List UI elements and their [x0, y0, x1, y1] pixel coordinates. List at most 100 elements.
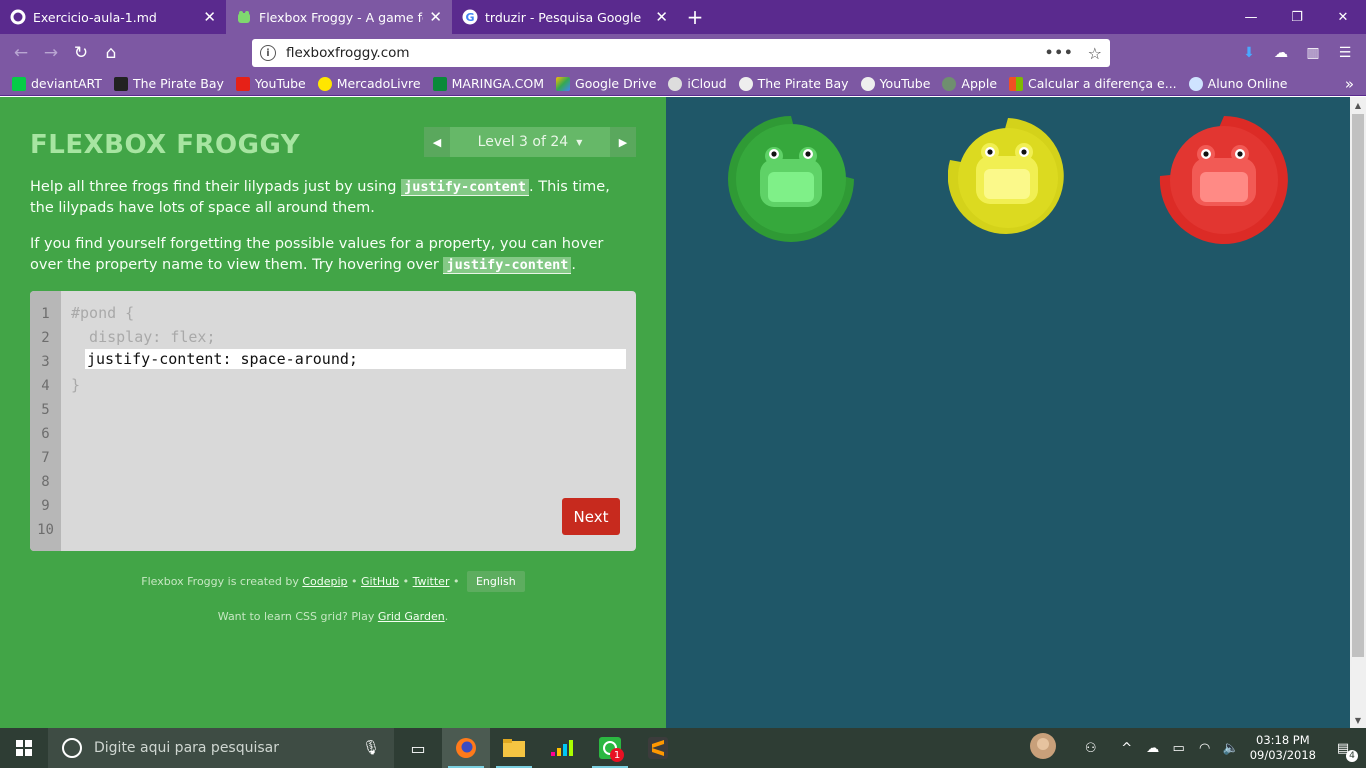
notification-center-icon[interactable]: ▤ 4: [1328, 741, 1358, 762]
property-keyword[interactable]: justify-content: [443, 257, 572, 274]
google-drive-icon: [556, 76, 571, 91]
deviantart-icon: [12, 76, 26, 91]
grid-garden-link[interactable]: Grid Garden: [378, 610, 445, 623]
bookmark-youtube[interactable]: YouTube: [235, 76, 306, 91]
bookmark-piratebay[interactable]: The Pirate Bay: [113, 76, 224, 91]
scroll-up-icon[interactable]: ▲: [1350, 97, 1366, 113]
scroll-down-icon[interactable]: ▼: [1350, 712, 1366, 728]
menu-icon[interactable]: ☰: [1332, 38, 1358, 68]
volume-icon[interactable]: 🔈: [1218, 741, 1244, 756]
google-icon: G: [462, 9, 478, 25]
piratebay-icon: [113, 76, 128, 91]
forward-icon[interactable]: →: [36, 38, 66, 68]
previous-level-icon[interactable]: ◀: [424, 127, 450, 157]
bookmark-deviantart[interactable]: deviantART: [12, 76, 102, 91]
grid-garden-promo: Want to learn CSS grid? Play Grid Garden…: [217, 610, 449, 623]
more-bookmarks-icon[interactable]: »: [1345, 75, 1354, 93]
people-icon[interactable]: ⚇: [1078, 741, 1104, 756]
back-icon[interactable]: ←: [6, 38, 36, 68]
next-button[interactable]: Next: [562, 498, 620, 535]
system-tray: ⚇ ^ ☁ ▭ ◠ 🔈 03:18 PM 09/03/2018 ▤ 4: [1026, 733, 1366, 763]
taskbar: Digite aqui para pesquisar 🎙 ▭ 1 ⚇ ^ ☁ ▭…: [0, 728, 1366, 768]
line-number: 7: [41, 450, 50, 466]
sublime-text-icon[interactable]: [634, 728, 682, 768]
game-logo: FLEXBOX FROGGY: [30, 130, 301, 160]
code-line: display: flex;: [71, 328, 216, 346]
info-icon[interactable]: i: [260, 45, 276, 61]
next-level-icon[interactable]: ▶: [610, 127, 636, 157]
line-number: 6: [41, 426, 50, 442]
whatsapp-icon[interactable]: 1: [586, 728, 634, 768]
mercadolivre-icon: [317, 76, 332, 91]
taskbar-search[interactable]: Digite aqui para pesquisar 🎙: [48, 728, 394, 768]
bookmark-youtube-2[interactable]: YouTube: [860, 76, 930, 91]
scrollbar-thumb[interactable]: [1352, 114, 1364, 657]
code-line: #pond {: [71, 304, 135, 322]
deezer-icon[interactable]: [538, 728, 586, 768]
tab-title: Flexbox Froggy - A game for lea: [259, 9, 423, 25]
microphone-icon[interactable]: 🎙: [362, 740, 380, 756]
download-icon[interactable]: ⬇: [1236, 38, 1262, 68]
bookmark-aluno-online[interactable]: Aluno Online: [1188, 76, 1287, 91]
file-explorer-icon[interactable]: [490, 728, 538, 768]
github-icon: [10, 9, 26, 25]
line-number: 10: [37, 522, 54, 538]
tab-flexbox-froggy[interactable]: Flexbox Froggy - A game for lea ✕: [226, 0, 452, 34]
bookmark-icloud[interactable]: iCloud: [668, 76, 727, 91]
clock[interactable]: 03:18 PM 09/03/2018: [1250, 733, 1316, 763]
bookmark-maringa[interactable]: MARINGA.COM: [432, 76, 544, 91]
bookmarks-bar: deviantART The Pirate Bay YouTube Mercad…: [0, 72, 1366, 96]
bookmark-piratebay-2[interactable]: The Pirate Bay: [738, 76, 849, 91]
window-controls: — ❐ ✕: [1228, 0, 1366, 34]
line-number: 5: [41, 402, 50, 418]
bookmark-calcular[interactable]: Calcular a diferença e...: [1009, 76, 1177, 91]
close-tab-icon[interactable]: ✕: [655, 8, 668, 26]
twitter-link[interactable]: Twitter: [413, 575, 450, 588]
line-number: 9: [41, 498, 50, 514]
sidebar-icon[interactable]: ▥: [1300, 38, 1326, 68]
bookmark-google-drive[interactable]: Google Drive: [556, 76, 656, 91]
more-icon[interactable]: •••: [1045, 45, 1074, 61]
line-number: 3: [41, 354, 50, 370]
microsoft-icon: [1009, 76, 1024, 91]
home-icon[interactable]: ⌂: [96, 38, 126, 68]
windows-start-icon[interactable]: [0, 728, 48, 768]
codepip-link[interactable]: Codepip: [302, 575, 347, 588]
firefox-icon[interactable]: [442, 728, 490, 768]
notification-count: 4: [1346, 749, 1358, 762]
minimize-icon[interactable]: —: [1228, 0, 1274, 34]
red-frog-lilypad: [1158, 114, 1290, 250]
level-selector[interactable]: Level 3 of 24 ▼: [450, 127, 610, 157]
green-frog-lilypad: [726, 114, 856, 248]
instructions-panel: FLEXBOX FROGGY ◀ Level 3 of 24 ▼ ▶ Help a…: [0, 97, 666, 728]
wifi-icon[interactable]: ◠: [1192, 741, 1218, 756]
tab-google[interactable]: G trduzir - Pesquisa Google ✕: [452, 0, 678, 34]
apple-icon: [942, 76, 957, 91]
battery-icon[interactable]: ▭: [1166, 741, 1192, 756]
scrollbar[interactable]: ▲ ▼: [1350, 97, 1366, 728]
cortana-icon: [62, 738, 82, 758]
restore-icon[interactable]: ❐: [1274, 0, 1320, 34]
instructions-paragraph-2: If you find yourself forgetting the poss…: [30, 236, 604, 274]
close-window-icon[interactable]: ✕: [1320, 0, 1366, 34]
task-view-icon[interactable]: ▭: [394, 728, 442, 768]
onedrive-icon[interactable]: ☁: [1140, 741, 1166, 756]
css-answer-input[interactable]: [85, 349, 626, 369]
language-button[interactable]: English: [466, 571, 525, 592]
close-tab-icon[interactable]: ✕: [203, 8, 216, 26]
github-link[interactable]: GitHub: [361, 575, 399, 588]
cloud-icon[interactable]: ☁: [1268, 38, 1294, 68]
line-number: 1: [41, 306, 50, 322]
address-bar[interactable]: i flexboxfroggy.com ••• ☆: [252, 39, 1110, 67]
new-tab-button[interactable]: +: [678, 0, 712, 34]
avatar[interactable]: [1026, 733, 1060, 763]
close-tab-icon[interactable]: ✕: [429, 8, 442, 26]
bookmark-apple[interactable]: Apple: [942, 76, 997, 91]
bookmark-mercadolivre[interactable]: MercadoLivre: [317, 76, 421, 91]
chevron-up-icon[interactable]: ^: [1114, 741, 1140, 756]
tab-github[interactable]: Exercicio-aula-1.md ✕: [0, 0, 226, 34]
frog-icon: [236, 9, 252, 25]
property-keyword[interactable]: justify-content: [401, 179, 529, 196]
bookmark-star-icon[interactable]: ☆: [1088, 44, 1102, 63]
reload-icon[interactable]: ↻: [66, 38, 96, 68]
